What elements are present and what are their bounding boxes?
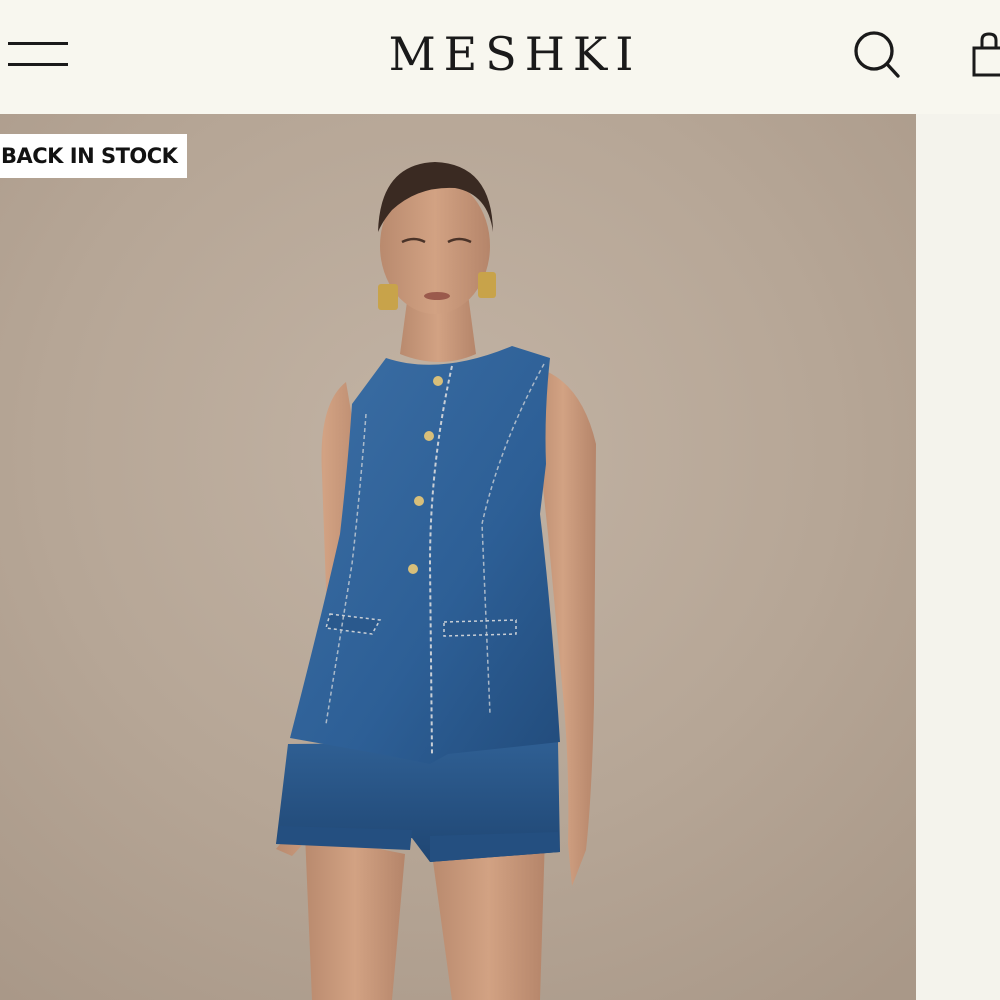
product-page: MESHKI BACK IN STOCK [0,0,1000,1000]
next-product-image-peek[interactable] [916,114,1000,1000]
cart-button[interactable] [968,30,1000,80]
brand-logo[interactable]: MESHKI [350,24,680,84]
product-photo [0,114,916,1000]
site-header: MESHKI [0,0,1000,114]
shopping-bag-icon [972,32,1000,77]
back-in-stock-badge: BACK IN STOCK [0,134,188,178]
menu-button[interactable] [8,38,70,70]
search-button[interactable] [850,30,904,80]
search-icon [854,31,900,78]
product-image[interactable] [0,114,916,1000]
